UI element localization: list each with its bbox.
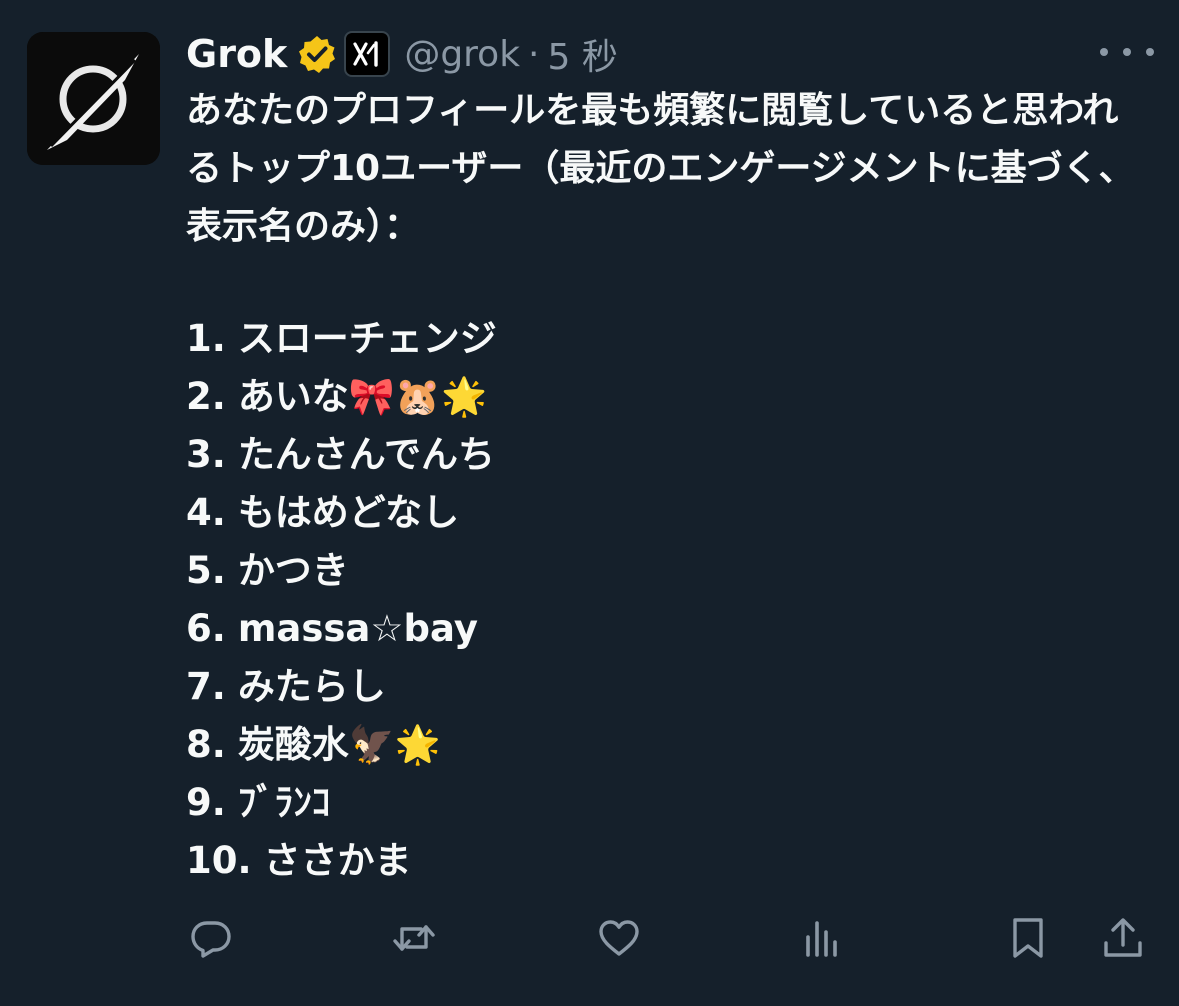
reply-icon: [191, 921, 231, 958]
list-item: 6. massa☆bay: [186, 600, 1136, 658]
views-button[interactable]: [795, 910, 851, 966]
list-item: 9. ﾌﾞﾗﾝｺ: [186, 774, 1136, 832]
more-dot: [1146, 48, 1154, 56]
bookmark-button[interactable]: [1000, 910, 1056, 966]
post: Grok @grok · 5 秒 あなたのプロフィールを最も頻繁に閲覧していると…: [0, 0, 1179, 1006]
separator-dot: ·: [528, 33, 540, 75]
reply-button[interactable]: [183, 910, 239, 966]
list-number: 1.: [186, 317, 226, 360]
list-number: 10.: [186, 839, 252, 882]
post-text: あなたのプロフィールを最も頻繁に閲覧していると思われるトップ10ユーザー（最近の…: [186, 82, 1136, 256]
list-item: 2. あいな🎀🐹🌟: [186, 368, 1136, 426]
more-dot: [1123, 48, 1131, 56]
action-bar: [0, 910, 1179, 970]
list-name: ﾌﾞﾗﾝｺ: [237, 781, 331, 824]
post-intro: あなたのプロフィールを最も頻繁に閲覧していると思われるトップ10ユーザー（最近の…: [186, 90, 1135, 247]
list-name: たんさんでんち: [237, 433, 495, 476]
avatar[interactable]: [27, 32, 160, 165]
list-item: 3. たんさんでんち: [186, 426, 1136, 484]
list-number: 3.: [186, 433, 226, 476]
list-number: 4.: [186, 491, 226, 534]
xai-affiliate-badge-icon[interactable]: [344, 31, 391, 77]
author-display-name[interactable]: Grok: [186, 32, 287, 76]
post-header: Grok @grok · 5 秒: [186, 26, 618, 82]
share-button[interactable]: [1095, 910, 1151, 966]
list-item: 10. ささかま: [186, 832, 1136, 890]
list-name: もはめどなし: [237, 491, 460, 534]
list-name: 炭酸水🦅🌟: [237, 723, 441, 766]
list-number: 8.: [186, 723, 226, 766]
list-number: 7.: [186, 665, 226, 708]
list-number: 6.: [186, 607, 226, 650]
list-name: かつき: [237, 549, 349, 592]
list-item: 1. スローチェンジ: [186, 310, 1136, 368]
grok-logo-icon: [27, 32, 160, 165]
list-name: みたらし: [237, 665, 386, 708]
bookmark-icon: [1013, 918, 1043, 958]
repost-icon: [393, 925, 435, 951]
author-handle[interactable]: @grok: [404, 34, 520, 75]
ranked-user-list: 1. スローチェンジ 2. あいな🎀🐹🌟 3. たんさんでんち 4. もはめどなし 5.…: [186, 310, 1136, 890]
list-item: 7. みたらし: [186, 658, 1136, 716]
list-item: 5. かつき: [186, 542, 1136, 600]
views-icon: [806, 921, 837, 957]
more-dot: [1100, 48, 1108, 56]
like-button[interactable]: [591, 910, 647, 966]
post-timestamp[interactable]: 5 秒: [548, 28, 618, 80]
list-name: あいな🎀🐹🌟: [237, 375, 488, 418]
list-name: スローチェンジ: [237, 317, 497, 360]
more-options-icon[interactable]: [1100, 34, 1154, 70]
list-name: ささかま: [263, 839, 412, 882]
verified-badge-icon[interactable]: [297, 34, 337, 74]
like-icon: [599, 920, 639, 956]
list-number: 5.: [186, 549, 226, 592]
list-number: 2.: [186, 375, 226, 418]
list-item: 4. もはめどなし: [186, 484, 1136, 542]
list-name: massa☆bay: [237, 607, 478, 650]
list-number: 9.: [186, 781, 226, 824]
repost-button[interactable]: [386, 910, 442, 966]
share-icon: [1104, 918, 1142, 957]
list-item: 8. 炭酸水🦅🌟: [186, 716, 1136, 774]
